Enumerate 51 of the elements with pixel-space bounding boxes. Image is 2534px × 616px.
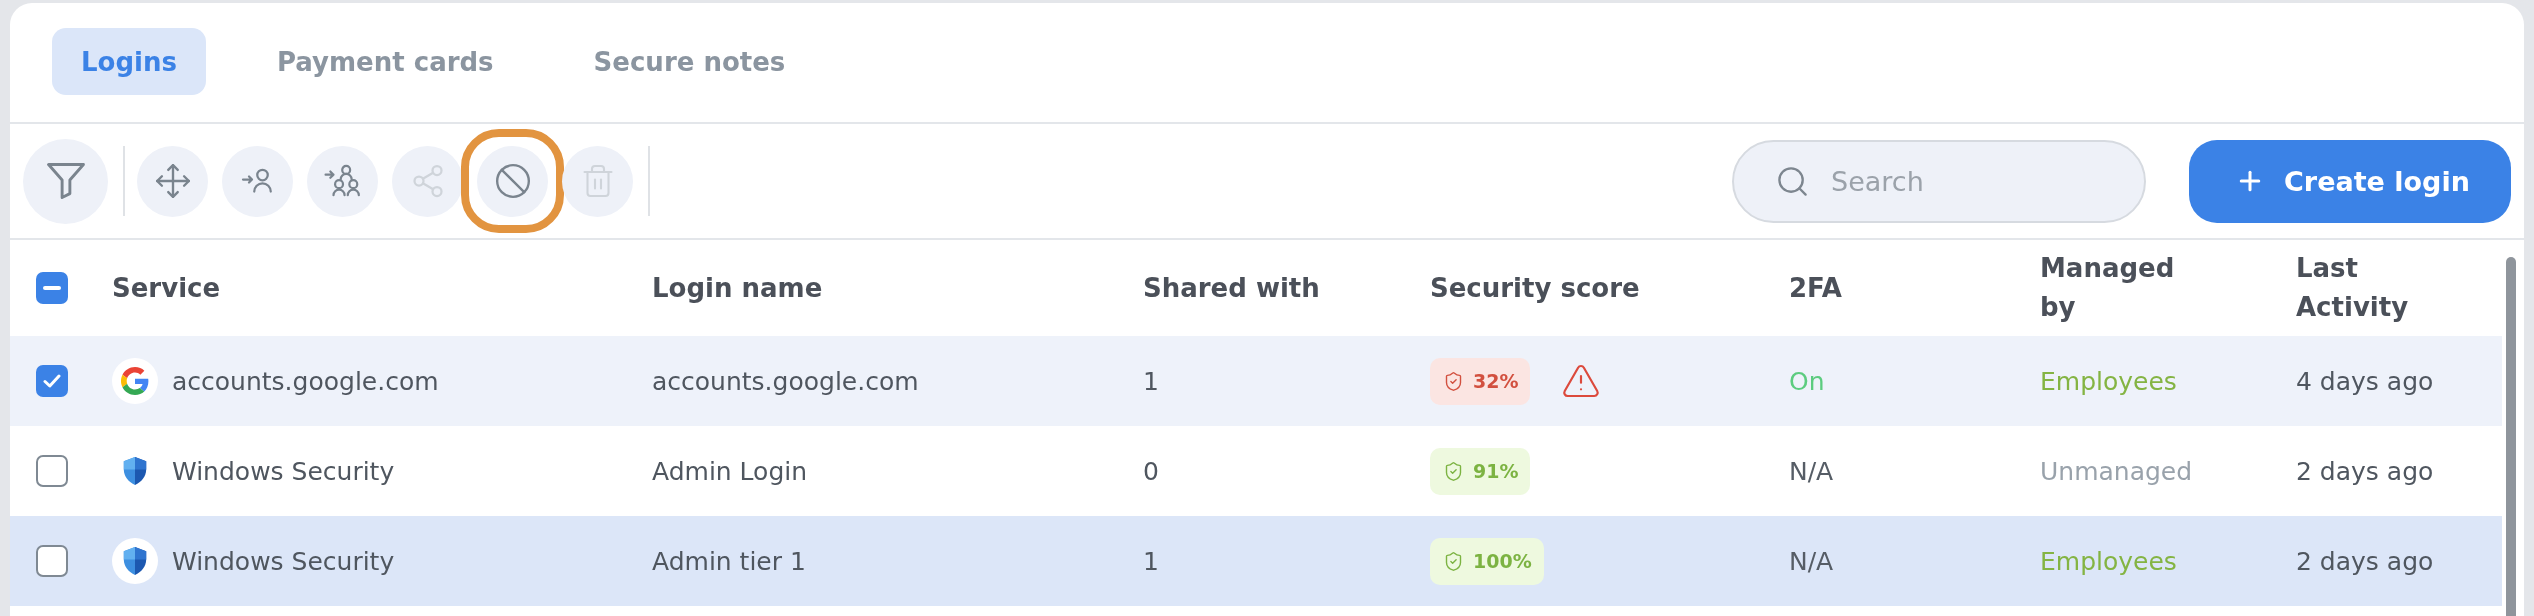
four-arrows-icon [153, 162, 192, 200]
scrollbar-thumb[interactable] [2506, 257, 2516, 616]
tab[interactable]: Payment cards [247, 28, 523, 95]
tab[interactable]: Secure notes [564, 28, 815, 95]
minus-icon [43, 286, 61, 290]
tab[interactable]: Logins [52, 28, 206, 95]
checkbox[interactable] [36, 455, 68, 487]
two-factor-status: N/A [1789, 546, 1834, 576]
g-logo-icon [112, 358, 158, 404]
managed-by: Employees [2040, 546, 2177, 576]
funnel-icon [46, 162, 85, 200]
score-text: 100% [1473, 550, 1532, 572]
create-login-button[interactable]: Create login [2189, 139, 2511, 223]
column-header: Login name [652, 271, 823, 305]
service-name: Windows Security [172, 456, 395, 486]
column-header: 2FA [1789, 271, 1842, 305]
shared-count: 0 [1143, 456, 1159, 486]
search-field[interactable]: Search [1732, 139, 2146, 223]
shared-count: 1 [1143, 366, 1159, 396]
two-factor-status: N/A [1789, 456, 1834, 486]
table-row[interactable]: Windows Security Admin tier 1 1 100% N/A Employees 2 days ago [10, 516, 2502, 606]
column-header: Managed by [2040, 252, 2176, 324]
login-name: Admin Login [652, 456, 808, 486]
checkbox[interactable] [36, 545, 68, 577]
checkbox[interactable] [36, 365, 68, 397]
score-text: 32% [1473, 370, 1519, 392]
column-header: Service [112, 271, 221, 305]
shield-logo-icon [112, 538, 158, 584]
shield-check-icon [1443, 370, 1464, 392]
shared-count: 1 [1143, 546, 1159, 576]
shield-check-icon [1443, 460, 1464, 482]
column-header: Security score [1430, 271, 1640, 305]
checkmark-icon [43, 374, 61, 388]
managed-by: Employees [2040, 366, 2177, 396]
login-name: Admin tier 1 [652, 546, 806, 576]
last-activity: 4 days ago [2296, 366, 2434, 396]
login-name: accounts.google.com [652, 366, 919, 396]
managed-by: Unmanaged [2040, 456, 2193, 486]
column-header: Last Activity [2296, 252, 2410, 324]
last-activity: 2 days ago [2296, 456, 2434, 486]
score-text: 91% [1473, 460, 1519, 482]
two-factor-status: On [1789, 366, 1825, 396]
checkbox[interactable] [36, 272, 68, 304]
shield-check-icon [1443, 550, 1464, 572]
prohibited-icon [493, 162, 532, 200]
block-button[interactable] [477, 145, 548, 217]
service-name: Windows Security [172, 546, 395, 576]
service-name: accounts.google.com [172, 366, 439, 396]
last-activity: 2 days ago [2296, 546, 2434, 576]
table-row[interactable]: accounts.google.com accounts.google.com 1 32% On Employees 4 days ago [10, 336, 2502, 426]
column-header: Shared with [1143, 271, 1320, 305]
